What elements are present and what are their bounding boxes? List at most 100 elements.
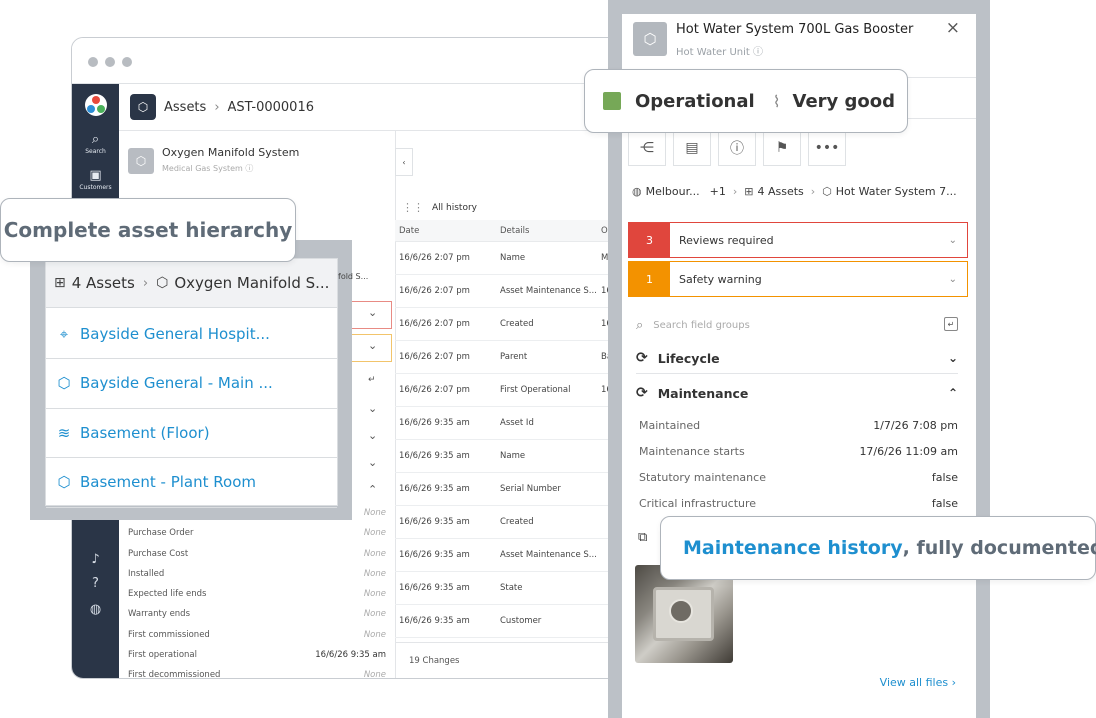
field-label: First commissioned [128, 629, 210, 640]
hierarchy-callout: Complete asset hierarchy [0, 198, 296, 262]
history-toggle[interactable]: ⋮⋮ All history [402, 201, 477, 214]
hierarchy-item[interactable]: ≋ Basement (Floor) [46, 408, 337, 458]
help-icon[interactable]: ? [72, 576, 119, 591]
table-cell-date: 16/6/26 9:35 am [399, 517, 470, 527]
column-details[interactable]: Details [500, 220, 529, 242]
table-cell-date: 16/6/26 2:07 pm [399, 352, 470, 362]
table-row[interactable]: 16/6/26 9:35 am Name [395, 440, 630, 473]
hierarchy-callout-text: Complete asset hierarchy [3, 218, 293, 242]
maintenance-label: Maintained [639, 419, 701, 432]
table-row[interactable]: 16/6/26 9:35 am Asset Id [395, 407, 630, 440]
chevron-right-icon: › [142, 275, 149, 291]
table-row[interactable]: 16/6/26 9:35 am Serial Number [395, 473, 630, 506]
view-all-files-link[interactable]: View all files › [880, 676, 956, 689]
table-cell-details: Serial Number [500, 484, 561, 494]
flag-icon[interactable]: ⚑ [763, 130, 801, 166]
window-dot[interactable] [105, 57, 115, 67]
maintenance-value: 1/7/26 7:08 pm [873, 419, 958, 432]
asset-count[interactable]: 4 Assets [72, 274, 135, 292]
alert-label: Reviews required [679, 233, 774, 247]
status-state: Operational [635, 90, 755, 112]
cube-icon: ⬡ [822, 185, 832, 198]
sidebar-item-search[interactable]: ⌕ Search [72, 132, 119, 155]
breadcrumb-root[interactable]: Assets [164, 100, 206, 115]
chevron-down-icon[interactable]: ⌄ [368, 429, 377, 442]
table-row[interactable]: 16/6/26 9:35 am Asset Maintenance S... [395, 539, 630, 572]
chevron-up-icon[interactable]: ⌃ [368, 483, 377, 496]
window-dot[interactable] [122, 57, 132, 67]
field-value: None [363, 629, 386, 640]
view-all-label: View all files [879, 676, 949, 689]
table-row[interactable]: 16/6/26 2:07 pm Asset Maintenance S... 16 … [395, 275, 630, 308]
table-row[interactable]: 16/6/26 2:07 pmNameMedic [395, 242, 630, 275]
maintenance-callout-highlight: Maintenance history [683, 537, 903, 559]
field-label: Installed [128, 568, 165, 579]
field-value: None [363, 670, 386, 679]
field-row: First decommissioned None [128, 670, 386, 679]
maintenance-callout: Maintenance history, fully documented [660, 516, 1096, 580]
table-row[interactable]: 16/6/26 2:07 pmCreated16 Ju [395, 308, 630, 341]
asset-thumbnail: ⬡ [128, 148, 154, 174]
field-row: Warranty ends None [128, 609, 386, 629]
table-row[interactable]: 16/6/26 9:35 am Customer [395, 605, 630, 638]
field-group-search[interactable]: ⌕ Search field groups ↵ [636, 316, 958, 334]
sidebar-item-customers[interactable]: ▣ Customers [72, 168, 119, 191]
help-icon[interactable]: ⓘ [245, 164, 253, 173]
table-row[interactable]: 16/6/26 2:07 pmParentBasen [395, 341, 630, 374]
group-label: Maintenance [657, 385, 749, 401]
alert-count: 3 [629, 223, 670, 257]
search-input[interactable]: Search field groups [653, 320, 750, 331]
status-indicator [603, 92, 621, 110]
hierarchy-item[interactable]: ⬡ Bayside General - Main ... [46, 359, 337, 409]
clipboard-icon[interactable]: ▤ [673, 130, 711, 166]
field-value: None [363, 568, 386, 579]
maintenance-row: Critical infrastructure false [639, 497, 958, 513]
alert-icon[interactable]: ⓘ [718, 130, 756, 166]
bell-icon[interactable]: ♪ [72, 552, 119, 567]
table-cell-details: Created [500, 319, 534, 329]
more-icon[interactable]: ••• [808, 130, 846, 166]
globe-icon[interactable]: ◍ [72, 602, 119, 617]
table-row[interactable]: 16/6/26 9:35 am State [395, 572, 630, 605]
hierarchy-item[interactable]: ⬡ Basement - Plant Room [46, 458, 337, 508]
app-logo-icon[interactable] [85, 94, 107, 116]
layers-icon: ≋ [57, 423, 71, 442]
group-lifecycle[interactable]: ⟳ Lifecycle ⌄ [636, 348, 958, 368]
table-cell-details: Customer [500, 616, 542, 626]
collapse-panel-button[interactable]: ‹ [395, 148, 413, 176]
table-cell-date: 16/6/26 2:07 pm [399, 385, 470, 395]
column-date[interactable]: Date [399, 220, 419, 242]
table-row[interactable]: 16/6/26 9:35 am Created [395, 506, 630, 539]
maintenance-value: false [931, 497, 958, 510]
maintenance-value: false [931, 471, 958, 484]
close-icon[interactable]: × [946, 18, 960, 38]
help-icon[interactable]: ⓘ [753, 47, 763, 58]
hierarchy-item[interactable]: ⌖ Bayside General Hospit... [46, 309, 337, 359]
panel-breadcrumb: ◍ Melbour... +1 › ⊞ 4 Assets › ⬡ Hot Wat… [632, 185, 957, 198]
window-dot[interactable] [88, 57, 98, 67]
field-row: Purchase Cost None [128, 549, 386, 569]
field-value: None [363, 609, 386, 620]
share-icon[interactable]: ⋲ [628, 130, 666, 166]
safety-alert[interactable]: 1 Safety warning ⌄ [628, 261, 968, 297]
chevron-down-icon[interactable]: ⌄ [368, 402, 377, 415]
field-label: Expected life ends [128, 589, 207, 600]
field-label: Purchase Cost [128, 548, 189, 559]
history-table-header: Date Details Old V [395, 220, 630, 242]
panel-title: Hot Water System 700L Gas Booster [676, 22, 914, 37]
alert-label: Safety warning [679, 272, 762, 286]
field-value: 16/6/26 9:35 am [315, 650, 386, 661]
chevron-down-icon[interactable]: ⌄ [368, 456, 377, 469]
reviews-alert[interactable]: 3 Reviews required ⌄ [628, 222, 968, 258]
field-row: Expected life ends None [128, 589, 386, 609]
chevron-down-icon: ⌄ [368, 339, 378, 352]
table-cell-date: 16/6/26 9:35 am [399, 418, 470, 428]
group-maintenance[interactable]: ⟳ Maintenance ⌃ [636, 383, 958, 403]
table-cell-date: 16/6/26 9:35 am [399, 550, 470, 560]
table-cell-date: 16/6/26 2:07 pm [399, 286, 470, 296]
breadcrumb-count[interactable]: 4 Assets [757, 185, 803, 198]
field-list: ProcuredNonePurchase OrderNonePurchase C… [128, 508, 386, 679]
table-row[interactable]: 16/6/26 2:07 pmFirst Operational16 Ju [395, 374, 630, 407]
breadcrumb-extra[interactable]: +1 [710, 185, 726, 198]
breadcrumb-location[interactable]: Melbour... [646, 185, 700, 198]
